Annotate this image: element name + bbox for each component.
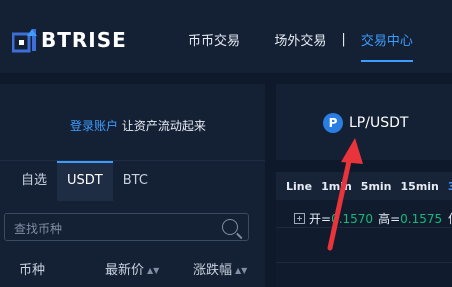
interval-30m[interactable]: 30m (448, 180, 452, 193)
lp-token-icon: P (323, 113, 343, 133)
pair-header-panel: P LP/USDT (276, 84, 452, 160)
grid-line (276, 262, 452, 263)
nav-spot-trade[interactable]: 币币交易 (188, 30, 240, 49)
open-value: 0.1570 (331, 211, 374, 226)
grid-line (276, 227, 452, 228)
login-prompt-text: 让资产流动起来 (121, 119, 206, 133)
btrise-logo[interactable]: BTRISE (12, 27, 127, 53)
pair-label: LP/USDT (349, 115, 409, 131)
open-label: 开= (309, 212, 332, 226)
search-icon[interactable] (222, 219, 238, 235)
interval-line[interactable]: Line (286, 180, 312, 193)
sort-icon[interactable]: ▲▼ (147, 266, 159, 275)
interval-15min[interactable]: 15min (401, 180, 439, 193)
search-input[interactable]: 查找币种 (14, 220, 62, 237)
tab-btc[interactable]: BTC (113, 161, 158, 201)
coin-search-box[interactable]: 查找币种 (4, 213, 249, 241)
interval-bar: Line 1min 5min 15min 30m (276, 172, 452, 200)
sort-icon[interactable]: ▲▼ (235, 266, 247, 275)
column-last-price[interactable]: 最新价 ▲▼ (105, 259, 159, 278)
login-link[interactable]: 登录账户 (70, 119, 118, 133)
kline-chart[interactable]: Line 1min 5min 15min 30m 开= 0.1570 高= 0.… (276, 172, 452, 287)
column-coin: 币种 (19, 263, 46, 278)
low-label: 低 (448, 210, 452, 227)
nav-trade-center[interactable]: 交易中心 (360, 30, 413, 62)
high-label: 高= (378, 212, 401, 226)
top-header: BTRISE 币币交易 | 场外交易 | 交易中心 (0, 0, 452, 73)
tab-usdt[interactable]: USDT (57, 161, 113, 201)
trading-pair[interactable]: P LP/USDT (323, 113, 408, 133)
market-tabs: 自选 USDT BTC (0, 161, 158, 201)
login-prompt-panel: 登录账户 让资产流动起来 (0, 84, 265, 160)
tab-favorites[interactable]: 自选 (0, 161, 57, 201)
ohlc-readout: 开= 0.1570 高= 0.1575 低 (294, 210, 452, 227)
nav-separator: | (341, 32, 346, 47)
interval-5min[interactable]: 5min (361, 180, 392, 193)
expand-plus-icon[interactable] (294, 213, 305, 224)
logo-mark-icon (12, 29, 37, 53)
high-value: 0.1575 (400, 211, 443, 226)
login-prompt: 登录账户 让资产流动起来 (70, 117, 206, 134)
column-change[interactable]: 涨跌幅 ▲▼ (193, 259, 247, 278)
interval-1min[interactable]: 1min (321, 180, 352, 193)
main-nav: 币币交易 | 场外交易 | 交易中心 (188, 30, 413, 62)
nav-otc-trade[interactable]: 场外交易 (274, 30, 326, 49)
logo-text: BTRISE (41, 28, 127, 52)
market-list-panel: 自选 USDT BTC 查找币种 币种 最新价 ▲▼ 涨跌幅 ▲▼ (0, 160, 265, 287)
